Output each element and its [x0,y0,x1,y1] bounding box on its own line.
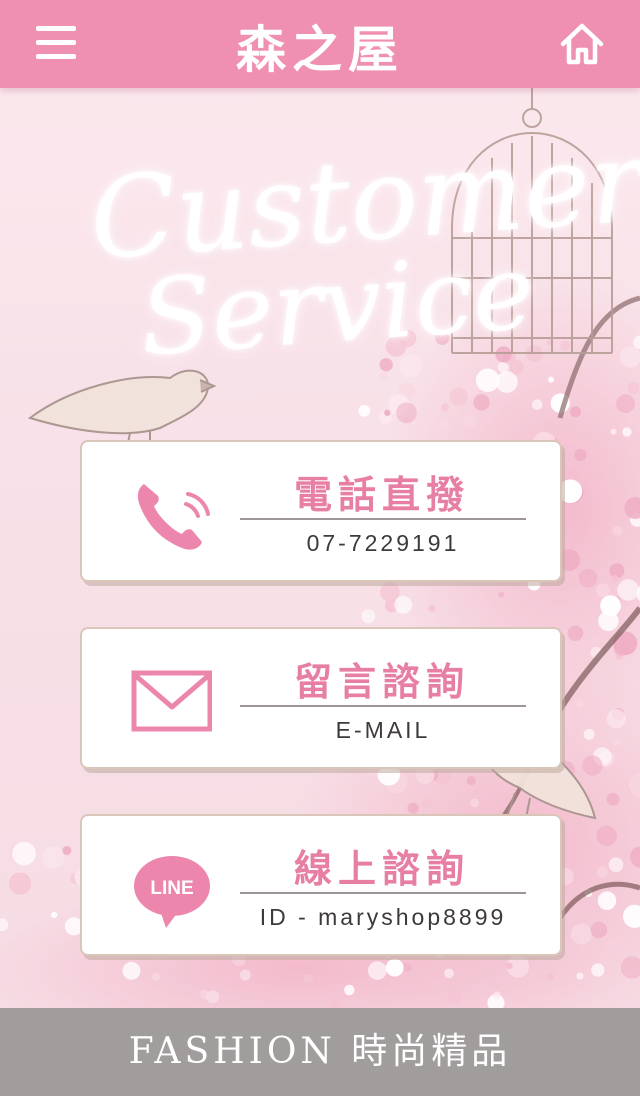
svg-text:LINE: LINE [150,878,193,899]
line-chat-icon: LINE [134,856,210,928]
card-title: 線上諮詢 [293,846,470,891]
phone-contact-card[interactable]: 電話直撥 07-7229191 [80,440,562,582]
site-logo[interactable]: 森之屋 [0,10,640,82]
email-contact-card[interactable]: 留言諮詢 E-MAIL [80,627,562,769]
line-contact-card[interactable]: LINE 線上諮詢 ID - maryshop8899 [80,814,562,956]
card-title: 電話直撥 [293,472,470,517]
customer-service-title: Customer Service [86,117,640,380]
divider [240,705,526,707]
card-title: 留言諮詢 [293,659,470,704]
title-line-2: Service [136,230,539,380]
phone-icon [137,484,210,550]
divider [240,518,526,520]
email-label[interactable]: E-MAIL [240,717,526,744]
phone-number[interactable]: 07-7229191 [240,530,526,557]
divider [240,892,526,894]
envelope-icon [131,670,212,732]
line-id[interactable]: ID - maryshop8899 [240,904,526,931]
footer-banner: FASHION 時尚精品 [0,1008,640,1096]
home-icon[interactable] [558,20,606,68]
top-bar: 森之屋 [0,0,640,88]
